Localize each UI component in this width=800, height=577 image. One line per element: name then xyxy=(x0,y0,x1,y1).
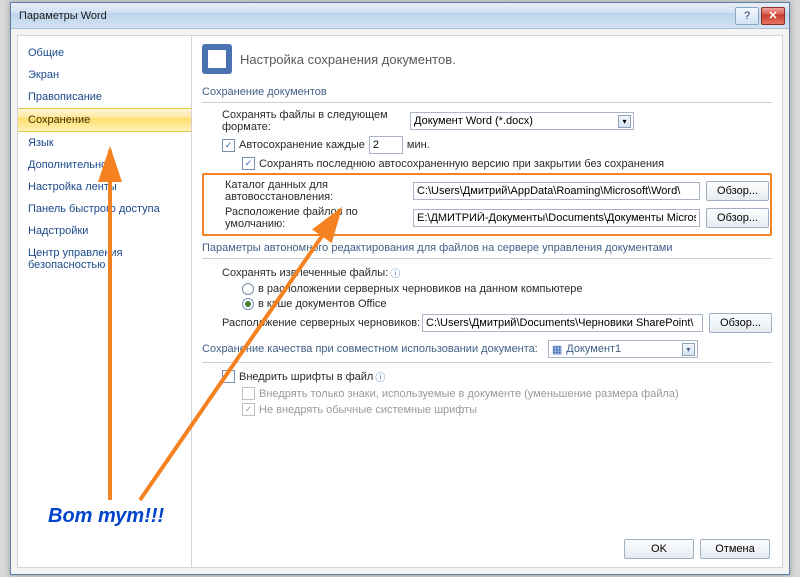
sidebar: Общие Экран Правописание Сохранение Язык… xyxy=(17,35,192,568)
keep-last-label: Сохранять последнюю автосохраненную верс… xyxy=(259,158,664,170)
autosave-label: Автосохранение каждые xyxy=(239,139,365,151)
sharing-doc-value: Документ1 xyxy=(566,343,621,355)
embed-skip-checkbox: ✓ xyxy=(242,403,255,416)
page-title: Настройка сохранения документов. xyxy=(240,52,456,67)
sidebar-item-save[interactable]: Сохранение xyxy=(18,108,191,132)
default-loc-browse-button[interactable]: Обзор... xyxy=(706,208,769,228)
save-format-dropdown[interactable]: Документ Word (*.docx) ▾ xyxy=(410,112,634,130)
embed-fonts-label: Внедрить шрифты в файл xyxy=(239,371,373,383)
sidebar-item-advanced[interactable]: Дополнительно xyxy=(18,154,191,176)
section-sharing: Сохранение качества при совместном испол… xyxy=(202,336,772,363)
radio-server-drafts-label: в расположении серверных черновиков на д… xyxy=(258,283,582,295)
autosave-unit: мин. xyxy=(407,139,430,151)
autorecover-path-input[interactable] xyxy=(413,182,700,200)
sidebar-item-language[interactable]: Язык xyxy=(18,132,191,154)
autorecover-label: Каталог данных для автовосстановления: xyxy=(225,179,413,203)
section-save-docs: Сохранение документов xyxy=(202,82,772,103)
sharing-title-text: Сохранение качества при совместном испол… xyxy=(202,343,538,355)
embed-only-label: Внедрять только знаки, используемые в до… xyxy=(259,388,679,400)
sidebar-item-addins[interactable]: Надстройки xyxy=(18,220,191,242)
sidebar-item-ribbon[interactable]: Настройка ленты xyxy=(18,176,191,198)
sidebar-item-display[interactable]: Экран xyxy=(18,64,191,86)
drafts-browse-button[interactable]: Обзор... xyxy=(709,313,772,333)
word-doc-icon: ▦ xyxy=(552,343,562,356)
save-icon xyxy=(202,44,232,74)
autosave-minutes-input[interactable] xyxy=(369,136,403,154)
ok-button[interactable]: OK xyxy=(624,539,694,559)
save-format-value: Документ Word (*.docx) xyxy=(414,115,533,127)
chevron-down-icon: ▾ xyxy=(682,343,695,356)
annotation-text: Вот тут!!! xyxy=(48,505,164,528)
autorecover-browse-button[interactable]: Обзор... xyxy=(706,181,769,201)
chevron-down-icon: ▾ xyxy=(618,115,631,128)
word-options-window: Параметры Word ? ✕ Общие Экран Правописа… xyxy=(10,2,790,575)
sidebar-item-proofing[interactable]: Правописание xyxy=(18,86,191,108)
keep-last-checkbox[interactable]: ✓ xyxy=(242,157,255,170)
default-loc-label: Расположение файлов по умолчанию: xyxy=(225,206,413,230)
sidebar-item-general[interactable]: Общие xyxy=(18,42,191,64)
radio-office-cache-label: в кэше документов Office xyxy=(258,298,387,310)
info-icon[interactable]: ⓘ xyxy=(375,369,385,384)
section-offline: Параметры автономного редактирования для… xyxy=(202,238,772,259)
page-header: Настройка сохранения документов. xyxy=(202,44,772,74)
radio-office-cache[interactable] xyxy=(242,298,254,310)
window-title: Параметры Word xyxy=(19,10,733,22)
sidebar-item-qat[interactable]: Панель быстрого доступа xyxy=(18,198,191,220)
sharing-doc-dropdown[interactable]: ▦ Документ1 ▾ xyxy=(548,340,698,358)
embed-only-checkbox xyxy=(242,387,255,400)
sidebar-item-trust[interactable]: Центр управления безопасностью xyxy=(18,242,191,276)
info-icon[interactable]: ⓘ xyxy=(390,265,400,280)
help-button[interactable]: ? xyxy=(735,7,759,25)
save-checked-label: Сохранять извлеченные файлы: xyxy=(222,267,388,279)
content-panel: Настройка сохранения документов. Сохране… xyxy=(192,35,783,568)
save-format-label: Сохранять файлы в следующем формате: xyxy=(222,109,410,133)
embed-fonts-checkbox[interactable] xyxy=(222,370,235,383)
titlebar: Параметры Word ? ✕ xyxy=(11,3,789,29)
drafts-loc-input[interactable] xyxy=(422,314,703,332)
cancel-button[interactable]: Отмена xyxy=(700,539,770,559)
autosave-checkbox[interactable]: ✓ xyxy=(222,139,235,152)
default-loc-path-input[interactable] xyxy=(413,209,700,227)
drafts-loc-label: Расположение серверных черновиков: xyxy=(222,317,422,329)
radio-server-drafts[interactable] xyxy=(242,283,254,295)
close-button[interactable]: ✕ xyxy=(761,7,785,25)
embed-skip-label: Не внедрять обычные системные шрифты xyxy=(259,404,477,416)
